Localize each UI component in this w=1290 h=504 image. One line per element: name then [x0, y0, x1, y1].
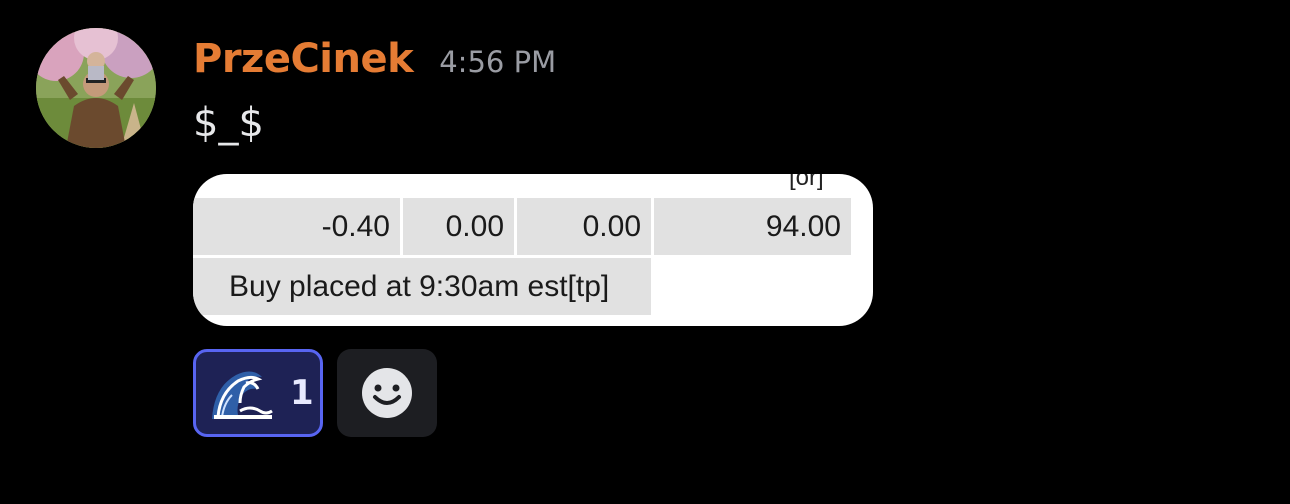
- reaction-wave[interactable]: 1: [193, 349, 323, 437]
- attachment-cell: 94.00: [654, 198, 851, 255]
- username[interactable]: PrzeCinek: [193, 36, 414, 82]
- attachment-row-values: -0.40 0.00 0.00 94.00: [193, 198, 854, 255]
- reactions-bar: 1: [193, 349, 437, 437]
- avatar-photo: [36, 28, 156, 148]
- smiley-add-reaction-icon: [362, 368, 412, 418]
- attachment-cell: 0.00: [403, 198, 514, 255]
- message-header: PrzeCinek 4:56 PM: [193, 36, 556, 92]
- message-content: $_$: [193, 100, 264, 146]
- attachment-cell: 0.00: [517, 198, 651, 255]
- reaction-count: 1: [290, 373, 314, 413]
- add-reaction-button[interactable]: [337, 349, 437, 437]
- attachment-row-note: Buy placed at 9:30am est[tp]: [193, 258, 651, 315]
- wave-emoji-icon: [210, 365, 274, 421]
- attachment-cut-text: [or]: [789, 174, 824, 191]
- image-attachment[interactable]: [or] -0.40 0.00 0.00 94.00 Buy placed at…: [193, 174, 873, 326]
- chat-message: PrzeCinek 4:56 PM $_$ [or] -0.40 0.00 0.…: [0, 0, 1290, 504]
- message-timestamp: 4:56 PM: [439, 45, 557, 79]
- attachment-cell: -0.40: [193, 198, 400, 255]
- user-avatar[interactable]: [36, 28, 156, 148]
